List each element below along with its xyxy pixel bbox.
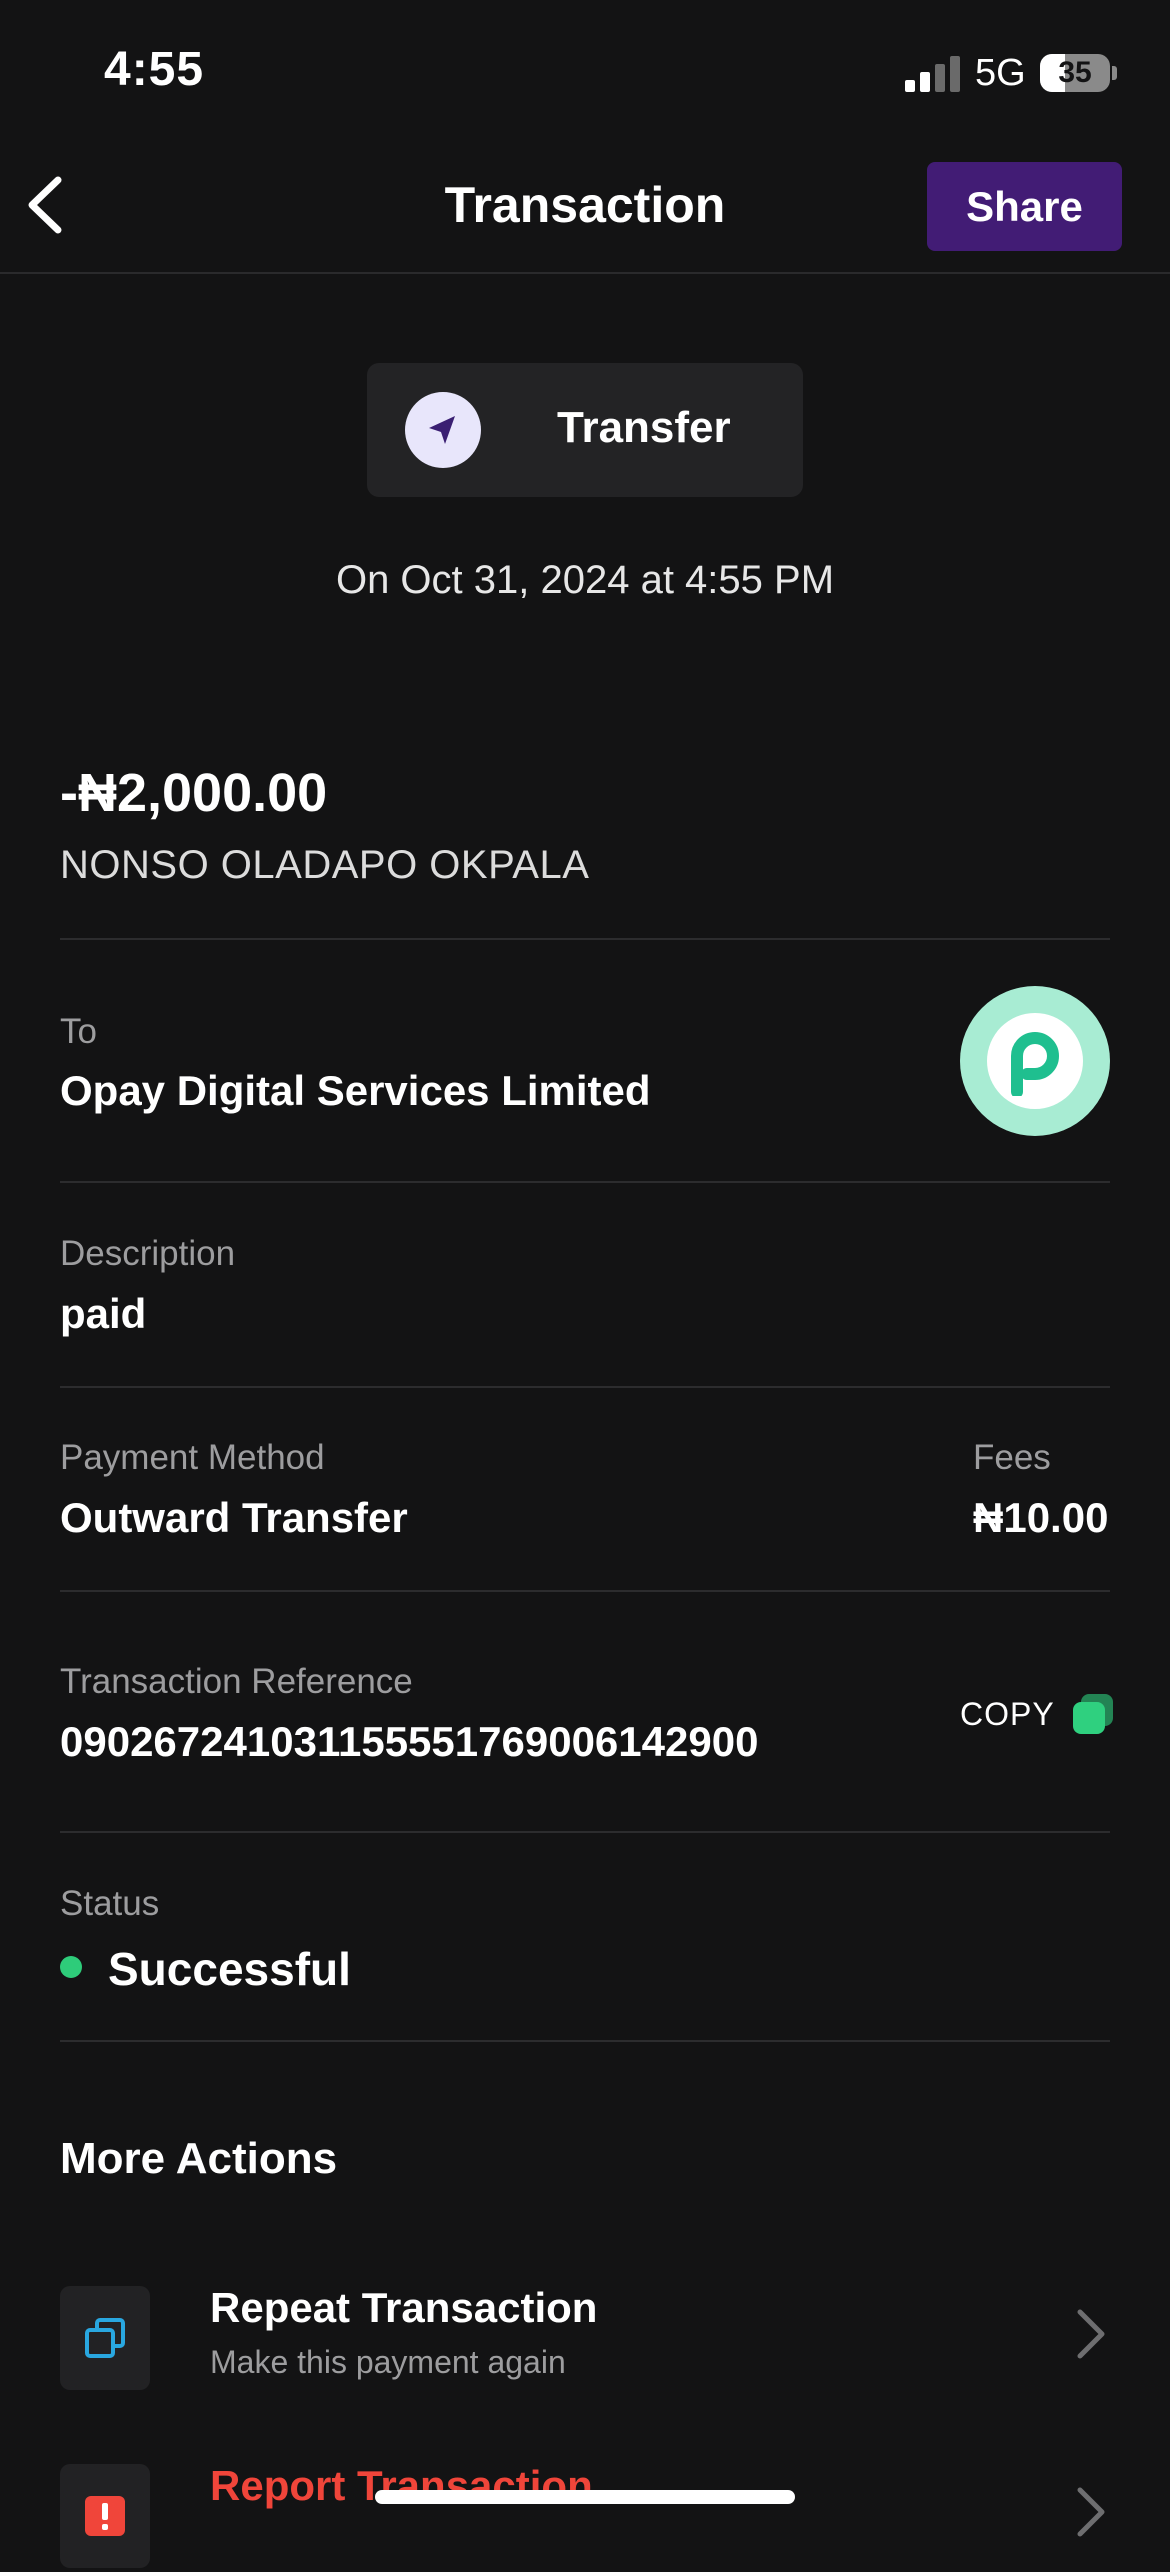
copy-label: COPY [960,1695,1055,1732]
network-label: 5G [975,52,1026,94]
repeat-icon [60,2286,150,2390]
reference-value: 090267241031155551769006142900 [60,1718,759,1765]
repeat-transaction-item[interactable]: Repeat Transaction Make this payment aga… [60,2284,1110,2394]
status-time: 4:55 [104,43,205,96]
divider [60,1181,1110,1183]
transaction-date: On Oct 31, 2024 at 4:55 PM [335,558,835,602]
sender-name: NONSO OLADAPO OKPALA [60,843,590,887]
divider [60,1831,1110,1833]
status-value: Successful [108,1943,351,1995]
share-button[interactable]: Share [927,162,1122,251]
to-label: To [60,1012,97,1051]
transaction-amount: -₦2,000.00 [60,763,328,823]
divider [60,1386,1110,1388]
divider [60,2040,1110,2042]
chevron-right-icon [1077,2487,1105,2537]
send-arrow-icon [405,392,481,468]
description-value: paid [60,1290,147,1337]
battery-percent: 35 [1058,56,1092,89]
signal-icon [905,54,961,92]
battery-tip [1112,66,1117,80]
status-label: Status [60,1884,160,1923]
repeat-transaction-title: Repeat Transaction [210,2284,598,2331]
copy-icon [1072,1694,1113,1734]
transaction-type-badge: Transfer [367,363,803,497]
recipient-bank: Opay Digital Services Limited [60,1067,651,1114]
home-indicator[interactable] [375,2490,795,2504]
chevron-right-icon [1077,2309,1105,2359]
alert-icon [60,2464,150,2568]
fees-value: ₦10.00 [973,1494,1109,1541]
reference-label: Transaction Reference [60,1662,413,1701]
payment-method-label: Payment Method [60,1438,325,1477]
copy-reference-button[interactable]: COPY [960,1690,1117,1738]
payment-method-value: Outward Transfer [60,1494,408,1541]
repeat-transaction-subtitle: Make this payment again [210,2344,566,2380]
more-actions-title: More Actions [60,2134,338,2183]
report-transaction-item[interactable]: Report Transaction [60,2462,1110,2572]
divider [60,938,1110,940]
description-label: Description [60,1234,236,1273]
transaction-type-label: Transfer [557,403,731,452]
status-dot-icon [60,1956,82,1978]
fees-label: Fees [973,1438,1051,1477]
battery-icon: 35 [1040,54,1110,92]
divider [60,1590,1110,1592]
opay-logo [960,986,1110,1136]
header-divider [0,272,1170,274]
